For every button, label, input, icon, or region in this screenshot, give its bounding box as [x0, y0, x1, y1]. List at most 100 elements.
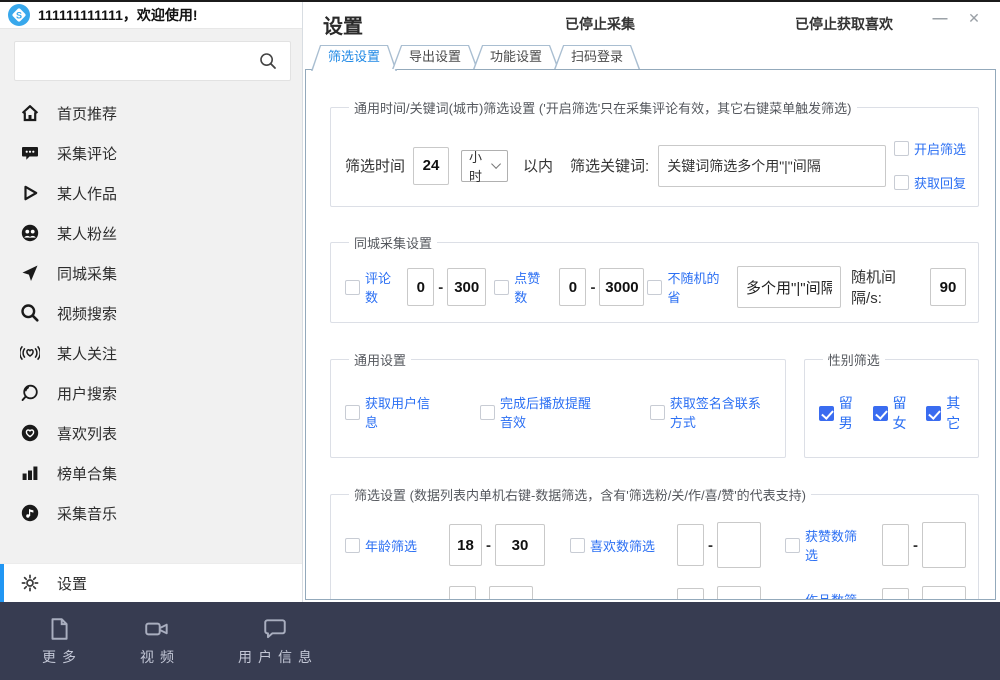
- main-area: 设置 已停止采集 已停止获取喜欢 — ✕ 筛选设置 导出设置 功能设置 扫码登录…: [303, 2, 1000, 602]
- sidebar-item-label: 榜单合集: [57, 463, 117, 484]
- sidebar-item-user-fans[interactable]: 某人粉丝: [0, 213, 302, 253]
- sidebar-item-user-works[interactable]: 某人作品: [0, 173, 302, 213]
- like-min-input[interactable]: [559, 268, 586, 306]
- tab-function-settings[interactable]: 功能设置: [473, 45, 559, 69]
- group-legend: 性别筛选: [823, 350, 885, 369]
- received-likes-filter-cell: 获赞数筛选 -: [785, 522, 966, 568]
- dock-item-user-info[interactable]: 用户信息: [232, 616, 318, 667]
- comment-icon: [20, 143, 40, 163]
- like-max-input[interactable]: [599, 268, 644, 306]
- fans-min-input[interactable]: [449, 586, 476, 600]
- comment-min-input[interactable]: [407, 268, 434, 306]
- fans-max-input[interactable]: [489, 586, 533, 600]
- following-min-input[interactable]: [677, 588, 704, 600]
- sidebar-item-user-search[interactable]: 用户搜索: [0, 373, 302, 413]
- bar-chart-icon: [20, 463, 40, 483]
- get-replies-option[interactable]: 获取回复: [894, 173, 966, 192]
- minimize-button[interactable]: —: [929, 10, 951, 27]
- comment-max-input[interactable]: [447, 268, 486, 306]
- tab-export-settings[interactable]: 导出设置: [392, 45, 478, 69]
- like-count-checkbox[interactable]: [494, 280, 509, 295]
- following-max-input[interactable]: [717, 586, 761, 600]
- sidebar-item-label: 采集评论: [57, 143, 117, 164]
- close-button[interactable]: ✕: [963, 10, 985, 27]
- sidebar-item-city-collect[interactable]: 同城采集: [0, 253, 302, 293]
- works-min-input[interactable]: [882, 588, 909, 600]
- sidebar-search-input[interactable]: [14, 41, 291, 81]
- keep-male-option[interactable]: 留男: [819, 393, 859, 433]
- province-list-input[interactable]: [737, 266, 841, 308]
- received-likes-filter-checkbox[interactable]: [785, 538, 800, 553]
- dock-item-label: 用户信息: [238, 647, 318, 667]
- sidebar-item-ranking-collection[interactable]: 榜单合集: [0, 453, 302, 493]
- within-label: 以内: [523, 155, 553, 176]
- filter-keyword-input[interactable]: [658, 145, 886, 187]
- sidebar-item-label: 某人粉丝: [57, 223, 117, 244]
- sidebar-item-collect-music[interactable]: 采集音乐: [0, 493, 302, 533]
- keep-male-checkbox[interactable]: [819, 406, 834, 421]
- sidebar: S 111111111111，欢迎使用! 首页推荐 采集评论 某人作品 某人粉丝…: [0, 2, 303, 602]
- play-sound-option[interactable]: 完成后播放提醒音效: [480, 393, 603, 431]
- received-likes-max-input[interactable]: [922, 522, 966, 568]
- works-max-input[interactable]: [922, 586, 966, 600]
- sidebar-item-likes-list[interactable]: 喜欢列表: [0, 413, 302, 453]
- comment-count-option[interactable]: 评论数: [345, 268, 400, 306]
- comment-count-checkbox[interactable]: [345, 280, 360, 295]
- filter-time-input[interactable]: [413, 147, 449, 185]
- search-icon[interactable]: [258, 51, 278, 71]
- document-icon: [46, 616, 72, 642]
- get-user-info-option[interactable]: 获取用户信息: [345, 393, 433, 431]
- sidebar-item-video-search[interactable]: 视频搜索: [0, 293, 302, 333]
- enable-filter-option[interactable]: 开启筛选: [894, 139, 966, 158]
- get-replies-checkbox[interactable]: [894, 175, 909, 190]
- age-filter-checkbox[interactable]: [345, 538, 360, 553]
- group-legend: 通用设置: [349, 350, 411, 369]
- age-min-input[interactable]: [449, 524, 482, 566]
- get-user-info-checkbox[interactable]: [345, 405, 360, 420]
- filter-time-label: 筛选时间: [345, 155, 405, 176]
- sidebar-item-label: 设置: [57, 573, 87, 594]
- play-sound-checkbox[interactable]: [480, 405, 495, 420]
- heart-circle-icon: [20, 423, 40, 443]
- keep-female-option[interactable]: 留女: [873, 393, 913, 433]
- time-unit-select[interactable]: 小时: [461, 150, 508, 182]
- user-search-icon: [20, 383, 40, 403]
- dock-item-more[interactable]: 更多: [36, 616, 82, 667]
- play-icon: [20, 183, 40, 203]
- app-logo-icon: S: [8, 4, 30, 26]
- sidebar-item-home-feed[interactable]: 首页推荐: [0, 93, 302, 133]
- general-time-keyword-filter-group: 通用时间/关键词(城市)筛选设置 ('开启筛选'只在采集评论有效，其它右键菜单触…: [330, 98, 979, 207]
- non-random-province-option[interactable]: 不随机的省: [647, 268, 727, 306]
- data-filter-settings-group: 筛选设置 (数据列表内单机右键-数据筛选，含有'筛选粉/关/作/喜/赞'的代表支…: [330, 485, 979, 600]
- navigation-arrow-icon: [20, 263, 40, 283]
- signature-contact-checkbox[interactable]: [650, 405, 665, 420]
- keep-other-checkbox[interactable]: [926, 406, 941, 421]
- fans-icon: [20, 223, 40, 243]
- sidebar-item-label: 首页推荐: [57, 103, 117, 124]
- keep-other-option[interactable]: 其它: [926, 393, 966, 433]
- likes-count-filter-checkbox[interactable]: [570, 538, 585, 553]
- likes-max-input[interactable]: [717, 522, 761, 568]
- enable-filter-checkbox[interactable]: [894, 141, 909, 156]
- filter-keyword-label: 筛选关键词:: [570, 155, 649, 176]
- sidebar-item-collect-comments[interactable]: 采集评论: [0, 133, 302, 173]
- age-max-input[interactable]: [495, 524, 545, 566]
- common-settings-group: 通用设置 获取用户信息 完成后播放提醒音效 获取签名含联系方式: [330, 350, 786, 458]
- gender-filter-group: 性别筛选 留男 留女 其它: [804, 350, 979, 458]
- likes-min-input[interactable]: [677, 524, 704, 566]
- keep-female-checkbox[interactable]: [873, 406, 888, 421]
- svg-text:S: S: [16, 11, 22, 21]
- received-likes-min-input[interactable]: [882, 524, 909, 566]
- dock-item-video[interactable]: 视频: [134, 616, 180, 667]
- dock-item-label: 视频: [140, 647, 180, 667]
- tab-scan-login[interactable]: 扫码登录: [554, 45, 640, 69]
- sidebar-item-settings[interactable]: 设置: [0, 563, 302, 602]
- non-random-province-checkbox[interactable]: [647, 280, 662, 295]
- random-interval-input[interactable]: [930, 268, 966, 306]
- tab-filter-settings[interactable]: 筛选设置: [311, 45, 397, 71]
- signature-contact-option[interactable]: 获取签名含联系方式: [650, 393, 773, 431]
- group-legend: 筛选设置 (数据列表内单机右键-数据筛选，含有'筛选粉/关/作/喜/赞'的代表支…: [349, 485, 811, 504]
- fans-count-filter-cell: 粉丝数筛选 -: [345, 586, 570, 600]
- like-count-option[interactable]: 点赞数: [494, 268, 549, 306]
- sidebar-item-user-follows[interactable]: 某人关注: [0, 333, 302, 373]
